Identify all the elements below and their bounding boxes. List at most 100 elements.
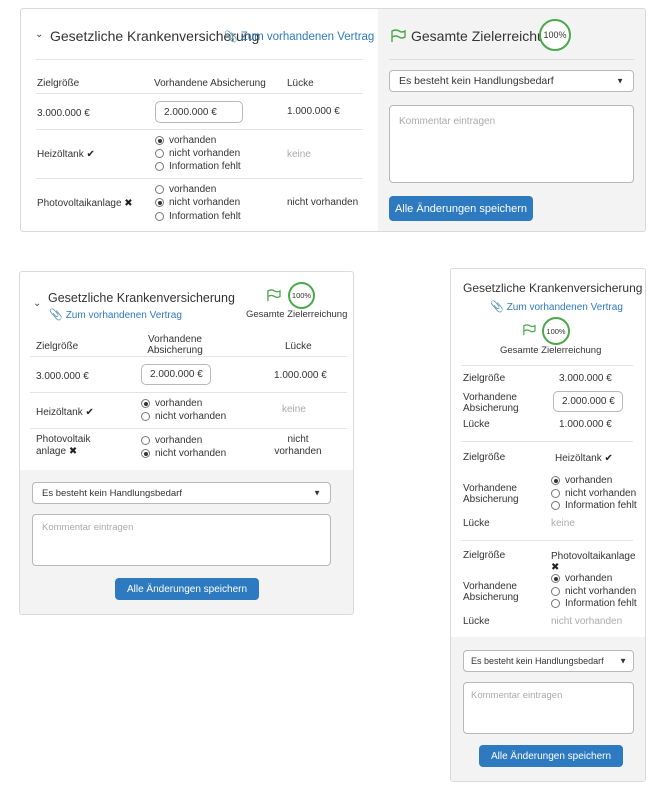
radio-label: vorhanden [155,435,203,446]
radio-dot[interactable] [141,399,150,408]
target-value: 3.000.000 € [36,371,89,382]
radio-dot[interactable] [551,501,560,510]
collapse-chevron-icon[interactable]: ⌄ [33,298,41,309]
radio-pv-missing[interactable]: Information fehlt [155,211,241,222]
radio-label: Information fehlt [169,211,241,222]
radio-heating-present[interactable]: vorhanden [155,135,216,146]
radio-label: Information fehlt [169,161,241,172]
radio-dot[interactable] [155,149,164,158]
radio-pv-absent[interactable]: nicht vorhanden [155,197,240,208]
cross-icon: ✖ [124,198,133,209]
comment-textarea[interactable]: Kommentar eintragen [463,682,634,734]
row-coverage-label: Vorhandene Absicherung [463,392,519,414]
radio-pv-absent[interactable]: nicht vorhanden [551,586,636,597]
collapse-chevron-icon[interactable]: ⌄ [35,29,43,40]
column-gap: Lücke [287,78,314,89]
pv-gap-line1: nicht [287,434,309,445]
comment-textarea[interactable]: Kommentar eintragen [389,105,634,183]
radio-pv-missing[interactable]: Information fehlt [551,598,637,609]
paperclip-icon: 📎 [490,301,504,313]
radio-dot[interactable] [551,587,560,596]
goal-percent: 100% [546,326,566,336]
goal-percent-ring: 100% [288,282,315,309]
pv-label: Photovoltaikanlage ✖ [36,434,90,458]
radio-dot[interactable] [155,162,164,171]
radio-dot[interactable] [155,136,164,145]
radio-pv-present[interactable]: vorhanden [141,435,202,446]
contract-link[interactable]: 📎 Zum vorhandenen Vertrag [490,300,623,313]
contract-link[interactable]: 📎 Zum vorhandenen Vertrag [49,308,182,321]
radio-label: nicht vorhanden [565,586,637,597]
pv-label: Photovoltaikanlage ✖ [37,198,133,209]
radio-label: Information fehlt [565,500,637,511]
radio-dot[interactable] [551,574,560,583]
column-coverage: Vorhandene Absicherung [154,78,266,89]
column-target: Zielgröße [37,78,80,89]
coverage-input[interactable]: 2.000.000 € [141,364,211,385]
cross-icon: ✖ [551,562,560,573]
contract-link[interactable]: 📎 Zum vorhandenen Vertrag [224,30,374,43]
radio-dot[interactable] [141,412,150,421]
radio-dot[interactable] [141,449,150,458]
radio-heating-absent[interactable]: nicht vorhanden [141,411,226,422]
coverage-input[interactable]: 2.000.000 € [155,101,243,123]
caret-down-icon: ▼ [616,76,624,86]
goal-label: Gesamte Zielerreichung [246,309,348,320]
pv-name-line2: anlage [36,446,67,457]
radio-dot[interactable] [155,198,164,207]
comment-textarea[interactable]: Kommentar eintragen [32,514,331,566]
row-target-label: Zielgröße [463,373,506,384]
target-value: 3.000.000 € [559,373,612,384]
radio-heating-present[interactable]: vorhanden [141,398,202,409]
radio-dot[interactable] [551,599,560,608]
check-icon: ✔ [604,453,613,464]
radio-pv-present[interactable]: vorhanden [155,184,216,195]
pv-gap: nicht vorhanden [287,197,359,208]
action-select-value: Es besteht kein Handlungsbedarf [399,75,554,87]
action-select[interactable]: Es besteht kein Handlungsbedarf ▼ [32,482,331,504]
radio-heating-missing[interactable]: Information fehlt [551,500,637,511]
row-gap-label: Lücke [463,616,490,627]
radio-pv-absent[interactable]: nicht vorhanden [141,448,226,459]
contract-link-label: Zum vorhandenen Vertrag [65,310,182,321]
radio-label: vorhanden [155,398,203,409]
save-button[interactable]: Alle Änderungen speichern [389,196,533,221]
radio-label: vorhanden [169,135,217,146]
save-button[interactable]: Alle Änderungen speichern [115,578,259,600]
radio-label: nicht vorhanden [169,148,241,159]
radio-heating-present[interactable]: vorhanden [551,475,612,486]
radio-heating-absent[interactable]: nicht vorhanden [155,148,240,159]
card-title: Gesetzliche Krankenversicherung [48,291,235,305]
card-narrow: Gesetzliche Krankenversicherung 📎 Zum vor… [450,268,646,782]
flag-icon [523,324,536,336]
action-select[interactable]: Es besteht kein Handlungsbedarf ▼ [463,650,634,672]
radio-dot[interactable] [155,185,164,194]
row-target-label: Zielgröße [463,452,506,463]
radio-heating-absent[interactable]: nicht vorhanden [551,488,636,499]
gap-value: 1.000.000 € [559,419,612,430]
radio-pv-present[interactable]: vorhanden [551,573,612,584]
pv-gap-line2: vorhanden [274,446,322,457]
radio-dot[interactable] [551,476,560,485]
save-button[interactable]: Alle Änderungen speichern [479,745,623,767]
heating-name: Heizöltank [36,407,83,418]
row-target-label: Zielgröße [463,550,506,561]
radio-label: nicht vorhanden [155,448,227,459]
radio-label: vorhanden [169,184,217,195]
goal-percent-ring: 100% [539,19,571,51]
radio-dot[interactable] [551,489,560,498]
row-gap-label: Lücke [463,518,490,529]
radio-dot[interactable] [155,212,164,221]
radio-label: nicht vorhanden [565,488,637,499]
card-title: Gesetzliche Krankenversicherung [463,281,643,295]
goal-percent: 100% [543,30,567,40]
radio-dot[interactable] [141,436,150,445]
heating-label: Heizöltank ✔ [555,453,613,464]
paperclip-icon: 📎 [49,309,63,321]
radio-heating-missing[interactable]: Information fehlt [155,161,241,172]
action-select[interactable]: Es besteht kein Handlungsbedarf ▼ [389,70,634,92]
heating-gap: keine [551,518,575,529]
coverage-input[interactable]: 2.000.000 € [553,391,623,412]
row-coverage-label: Vorhandene Absicherung [463,581,519,603]
action-select-value: Es besteht kein Handlungsbedarf [471,656,604,666]
